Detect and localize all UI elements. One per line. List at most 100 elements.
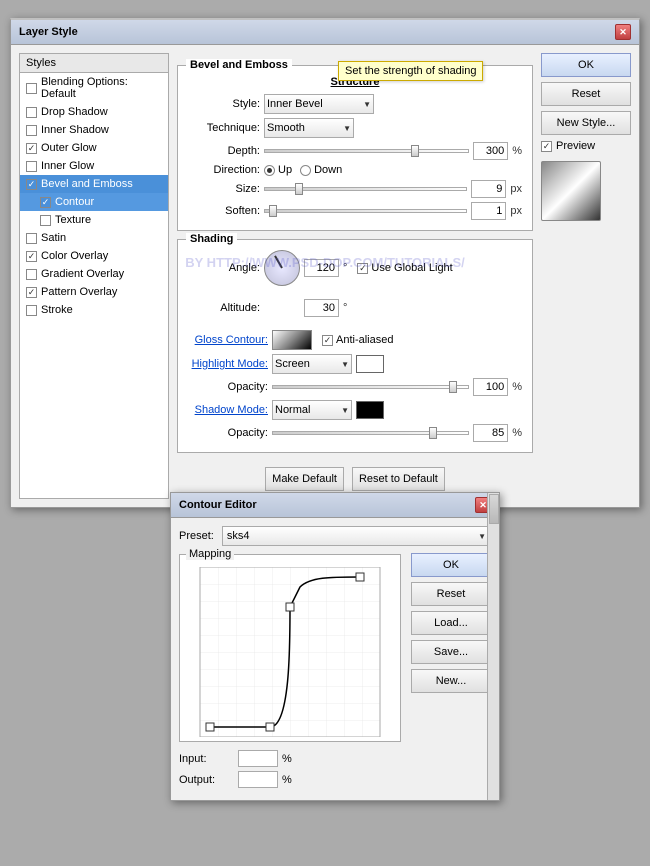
- inner-shadow-label: Inner Shadow: [41, 124, 109, 136]
- gloss-contour-preview[interactable]: [272, 330, 312, 350]
- make-default-button[interactable]: Make Default: [265, 467, 344, 491]
- depth-slider[interactable]: [264, 149, 469, 153]
- direction-up-option[interactable]: Up: [264, 164, 292, 176]
- sidebar-item-blending[interactable]: Blending Options: Default: [20, 73, 168, 103]
- style-value: Inner Bevel: [267, 98, 323, 110]
- bevel-emboss-checkbox[interactable]: [26, 179, 37, 190]
- contour-load-button[interactable]: Load...: [411, 611, 491, 635]
- soften-slider[interactable]: [264, 209, 467, 213]
- use-global-light-checkbox[interactable]: [357, 263, 368, 274]
- technique-arrow-icon: ▼: [343, 124, 351, 133]
- new-style-button[interactable]: New Style...: [541, 111, 631, 135]
- ok-button[interactable]: OK: [541, 53, 631, 77]
- inner-glow-checkbox[interactable]: [26, 161, 37, 172]
- sidebar-item-drop-shadow[interactable]: Drop Shadow: [20, 103, 168, 121]
- soften-input[interactable]: [471, 202, 506, 220]
- blending-checkbox[interactable]: [26, 83, 37, 94]
- highlight-opacity-thumb[interactable]: [449, 381, 457, 393]
- reset-button[interactable]: Reset: [541, 82, 631, 106]
- pattern-overlay-checkbox[interactable]: [26, 287, 37, 298]
- gradient-overlay-checkbox[interactable]: [26, 269, 37, 280]
- anti-aliased-checkbox[interactable]: [322, 335, 333, 346]
- sidebar-item-texture[interactable]: Texture: [20, 211, 168, 229]
- sidebar-item-contour[interactable]: Contour: [20, 193, 168, 211]
- contour-editor-body: Preset: sks4 ▼ Mapping: [171, 518, 499, 800]
- technique-dropdown[interactable]: Smooth ▼: [264, 118, 354, 138]
- shadow-color-swatch[interactable]: [356, 401, 384, 419]
- texture-checkbox[interactable]: [40, 215, 51, 226]
- highlight-opacity-input[interactable]: [473, 378, 508, 396]
- sidebar-item-inner-glow[interactable]: Inner Glow: [20, 157, 168, 175]
- contour-editor-titlebar: Contour Editor ✕: [171, 493, 499, 518]
- direction-down-option[interactable]: Down: [300, 164, 342, 176]
- contour-scrollbar-thumb[interactable]: [489, 494, 499, 524]
- shading-section: Shading Angle: ° Use Global Light: [177, 239, 533, 453]
- drop-shadow-checkbox[interactable]: [26, 107, 37, 118]
- shadow-mode-row: Shadow Mode: Normal ▼: [188, 400, 522, 420]
- input-unit: %: [282, 753, 292, 765]
- highlight-mode-value: Screen: [275, 358, 310, 370]
- depth-slider-thumb[interactable]: [411, 145, 419, 157]
- size-input[interactable]: [471, 180, 506, 198]
- satin-checkbox[interactable]: [26, 233, 37, 244]
- outer-glow-checkbox[interactable]: [26, 143, 37, 154]
- input-value[interactable]: [238, 750, 278, 767]
- use-global-light-option[interactable]: Use Global Light: [357, 262, 452, 274]
- contour-scrollbar[interactable]: [487, 493, 499, 800]
- sidebar-item-bevel-emboss[interactable]: Bevel and Emboss: [20, 175, 168, 193]
- preview-checkbox[interactable]: [541, 141, 552, 152]
- shadow-mode-dropdown[interactable]: Normal ▼: [272, 400, 352, 420]
- stroke-checkbox[interactable]: [26, 305, 37, 316]
- output-value[interactable]: [238, 771, 278, 788]
- sidebar-item-color-overlay[interactable]: Color Overlay: [20, 247, 168, 265]
- sidebar-item-stroke[interactable]: Stroke: [20, 301, 168, 319]
- altitude-label: Altitude:: [188, 302, 260, 314]
- color-overlay-checkbox[interactable]: [26, 251, 37, 262]
- style-row: Style: Inner Bevel ▼: [188, 94, 522, 114]
- sidebar-item-satin[interactable]: Satin: [20, 229, 168, 247]
- layer-style-close-button[interactable]: ✕: [615, 24, 631, 40]
- soften-row: Soften: px: [188, 202, 522, 220]
- highlight-opacity-slider[interactable]: [272, 385, 469, 389]
- drop-shadow-label: Drop Shadow: [41, 106, 108, 118]
- contour-save-button[interactable]: Save...: [411, 640, 491, 664]
- preset-select[interactable]: sks4 ▼: [222, 526, 491, 546]
- soften-slider-thumb[interactable]: [269, 205, 277, 217]
- highlight-mode-dropdown[interactable]: Screen ▼: [272, 354, 352, 374]
- shadow-opacity-slider[interactable]: [272, 431, 469, 435]
- size-slider[interactable]: [264, 187, 467, 191]
- technique-label: Technique:: [188, 122, 260, 134]
- size-slider-thumb[interactable]: [295, 183, 303, 195]
- layer-style-dialog: Layer Style ✕ Styles Blending Options: D…: [10, 18, 640, 508]
- reset-to-default-button[interactable]: Reset to Default: [352, 467, 445, 491]
- altitude-row: Altitude: °: [188, 290, 522, 326]
- direction-label: Direction:: [188, 164, 260, 176]
- direction-down-radio[interactable]: [300, 165, 311, 176]
- shadow-opacity-thumb[interactable]: [429, 427, 437, 439]
- depth-input[interactable]: [473, 142, 508, 160]
- sidebar-item-inner-shadow[interactable]: Inner Shadow: [20, 121, 168, 139]
- contour-checkbox[interactable]: [40, 197, 51, 208]
- bevel-emboss-section-title: Bevel and Emboss: [186, 59, 292, 71]
- preset-row: Preset: sks4 ▼: [179, 526, 491, 546]
- mapping-canvas[interactable]: [184, 567, 396, 737]
- sidebar-item-pattern-overlay[interactable]: Pattern Overlay: [20, 283, 168, 301]
- depth-label: Depth:: [188, 145, 260, 157]
- contour-new-button[interactable]: New...: [411, 669, 491, 693]
- contour-reset-button[interactable]: Reset: [411, 582, 491, 606]
- inner-shadow-checkbox[interactable]: [26, 125, 37, 136]
- altitude-input[interactable]: [304, 299, 339, 317]
- shadow-opacity-input[interactable]: [473, 424, 508, 442]
- contour-ok-button[interactable]: OK: [411, 553, 491, 577]
- mapping-title: Mapping: [186, 548, 234, 560]
- sidebar-item-gradient-overlay[interactable]: Gradient Overlay: [20, 265, 168, 283]
- contour-editor-title: Contour Editor: [179, 499, 257, 511]
- sidebar-item-outer-glow[interactable]: Outer Glow: [20, 139, 168, 157]
- anti-aliased-option[interactable]: Anti-aliased: [322, 334, 393, 346]
- direction-up-radio[interactable]: [264, 165, 275, 176]
- color-overlay-label: Color Overlay: [41, 250, 108, 262]
- angle-input[interactable]: [304, 259, 339, 277]
- highlight-color-swatch[interactable]: [356, 355, 384, 373]
- style-dropdown[interactable]: Inner Bevel ▼: [264, 94, 374, 114]
- angle-dial[interactable]: [264, 250, 300, 286]
